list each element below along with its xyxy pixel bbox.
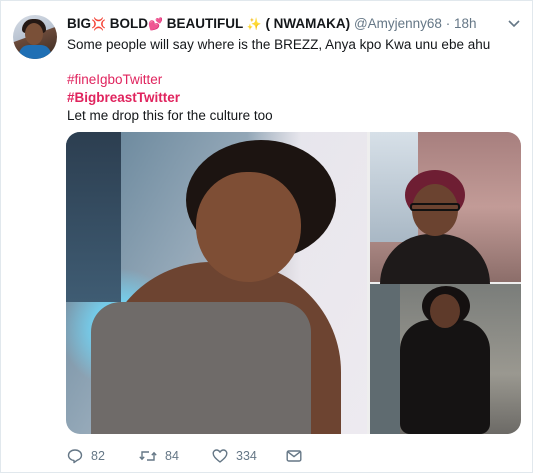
- avatar[interactable]: [13, 15, 57, 59]
- photo-bottom-right[interactable]: [370, 284, 521, 434]
- tweet-text-line-1: Some people will say where is the BREZZ,…: [67, 37, 491, 52]
- photo-bottom-right-subject-face: [430, 294, 460, 328]
- envelope-icon: [286, 448, 302, 464]
- retweet-button[interactable]: 84: [139, 448, 179, 464]
- photo-main[interactable]: [66, 132, 367, 434]
- author-name-part-3: BEAUTIFUL: [166, 16, 243, 31]
- author-name-part-2: BOLD: [109, 16, 148, 31]
- sparkles-emoji-icon: ✨: [246, 17, 262, 31]
- reply-icon: [67, 448, 83, 464]
- photo-main-subject-top: [91, 302, 311, 434]
- like-count: 334: [236, 449, 257, 463]
- separator-dot: ·: [445, 16, 451, 31]
- tweet-timestamp[interactable]: 18h: [454, 16, 477, 31]
- glasses-shape: [410, 203, 460, 211]
- anger-emoji-icon: 💢: [91, 17, 106, 31]
- retweet-icon: [139, 448, 157, 464]
- photo-main-background-door: [66, 132, 121, 302]
- tweet-header: BIG💢 BOLD💕 BEAUTIFUL ✨ ( NWAMAKA) @Amyje…: [67, 15, 477, 33]
- tweet-text-line-3: Let me drop this for the culture too: [67, 108, 273, 123]
- hashtag-bigbreasttwitter[interactable]: #BigbreastTwitter: [67, 89, 180, 107]
- hashtag-fineigbotwitter[interactable]: #fineIgboTwitter: [67, 71, 162, 89]
- avatar-shirt: [19, 45, 51, 59]
- like-button[interactable]: 334: [212, 448, 257, 464]
- heart-icon: [212, 448, 228, 464]
- author-handle[interactable]: @Amyjenny68: [354, 16, 442, 31]
- media-grid: [66, 132, 521, 434]
- photo-main-subject-face: [196, 172, 301, 282]
- reply-button[interactable]: 82: [67, 448, 105, 464]
- author-name-part-1: BIG: [67, 16, 92, 31]
- author-name-part-4: ( NWAMAKA): [265, 16, 351, 31]
- photo-bottom-right-wall: [370, 284, 400, 434]
- photo-top-right[interactable]: [370, 132, 521, 294]
- reply-count: 82: [91, 449, 105, 463]
- retweet-count: 84: [165, 449, 179, 463]
- chevron-down-icon[interactable]: [505, 15, 523, 33]
- hearts-emoji-icon: 💕: [147, 17, 163, 31]
- tweet-card[interactable]: BIG💢 BOLD💕 BEAUTIFUL ✨ ( NWAMAKA) @Amyje…: [0, 0, 533, 473]
- photo-bottom-right-subject-dress: [400, 320, 490, 434]
- avatar-face: [25, 23, 43, 45]
- direct-message-button[interactable]: [286, 448, 302, 464]
- author-name[interactable]: BIG💢 BOLD💕 BEAUTIFUL ✨ ( NWAMAKA): [67, 16, 350, 31]
